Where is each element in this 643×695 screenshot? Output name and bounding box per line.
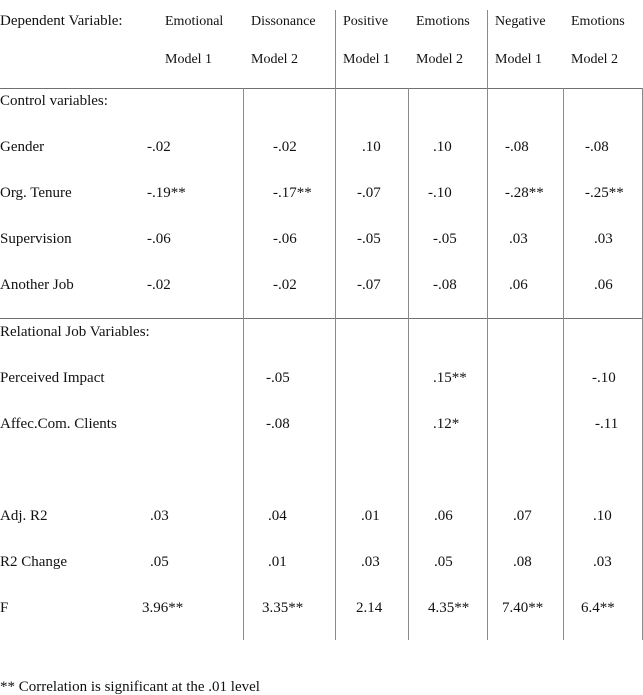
dependent-variable-label: Dependent Variable: <box>0 13 123 29</box>
header-negative-emotions-title-right: Emotions <box>571 14 625 29</box>
row-label-adj-r2: Adj. R2 <box>0 508 48 524</box>
cell-perceived-impact-ne-m2: -.10 <box>592 370 616 386</box>
cell-affec-com-clients-pe-m2: .12* <box>433 416 460 432</box>
cell-affec-com-clients-ed-m2: -.08 <box>266 416 290 432</box>
cell-another-job-ne-m1: .06 <box>509 277 528 293</box>
header-positive-emotions-title-right: Emotions <box>416 14 470 29</box>
cell-adj-r2-pe-m1: .01 <box>361 508 380 524</box>
header-emotional-dissonance-model-2: Model 2 <box>251 52 299 67</box>
header-negative-emotions-title-left: Negative <box>495 14 546 29</box>
cell-f-pe-m1: 2.14 <box>356 600 383 616</box>
cell-org-tenure-ed-m2: -.17** <box>273 185 312 201</box>
section-divider-rule <box>0 318 643 319</box>
cell-r2-change-pe-m2: .05 <box>434 554 453 570</box>
cell-gender-ed-m1: -.02 <box>147 139 171 155</box>
cell-perceived-impact-ed-m2: -.05 <box>266 370 290 386</box>
cell-r2-change-ne-m1: .08 <box>513 554 532 570</box>
cell-supervision-ne-m1: .03 <box>509 231 528 247</box>
cell-supervision-pe-m2: -.05 <box>433 231 457 247</box>
cell-another-job-ed-m1: -.02 <box>147 277 171 293</box>
header-negative-emotions-model-2: Model 2 <box>571 52 619 67</box>
row-label-supervision: Supervision <box>0 231 72 247</box>
header-positive-emotions-title-left: Positive <box>343 14 389 29</box>
cell-org-tenure-ne-m1: -.28** <box>505 185 544 201</box>
cell-perceived-impact-pe-m2: .15** <box>433 370 467 386</box>
cell-org-tenure-pe-m2: -.10 <box>428 185 452 201</box>
row-label-f: F <box>0 600 9 616</box>
cell-adj-r2-ne-m2: .10 <box>593 508 612 524</box>
header-bottom-rule <box>0 88 643 89</box>
cell-gender-pe-m2: .10 <box>433 139 452 155</box>
header-negative-emotions-model-1: Model 1 <box>495 52 543 67</box>
header-emotional-dissonance-title-left: Emotional <box>165 14 224 29</box>
row-label-org-tenure: Org. Tenure <box>0 185 72 201</box>
cell-gender-ne-m1: -.08 <box>505 139 529 155</box>
row-label-r2-change: R2 Change <box>0 554 68 570</box>
cell-adj-r2-ed-m1: .03 <box>150 508 169 524</box>
cell-another-job-ne-m2: .06 <box>594 277 613 293</box>
header-group-divider-1 <box>335 10 336 100</box>
cell-adj-r2-ne-m1: .07 <box>513 508 532 524</box>
cell-affec-com-clients-ne-m2: -.11 <box>595 416 619 432</box>
cell-r2-change-ne-m2: .03 <box>593 554 612 570</box>
column-divider-4 <box>487 88 488 640</box>
cell-r2-change-ed-m2: .01 <box>268 554 287 570</box>
row-label-affec-com-clients: Affec.Com. Clients <box>0 416 117 432</box>
row-label-perceived-impact: Perceived Impact <box>0 370 105 386</box>
cell-f-ed-m2: 3.35** <box>262 600 304 616</box>
cell-gender-ed-m2: -.02 <box>273 139 297 155</box>
cell-gender-pe-m1: .10 <box>362 139 381 155</box>
cell-adj-r2-ed-m2: .04 <box>268 508 287 524</box>
column-divider-3 <box>408 88 409 640</box>
cell-f-ne-m1: 7.40** <box>502 600 544 616</box>
column-divider-5 <box>563 88 564 640</box>
cell-supervision-ed-m2: -.06 <box>273 231 297 247</box>
column-divider-2 <box>335 88 336 640</box>
header-group-divider-2 <box>487 10 488 100</box>
cell-org-tenure-ne-m2: -.25** <box>585 185 624 201</box>
cell-f-ed-m1: 3.96** <box>142 600 184 616</box>
cell-another-job-pe-m1: -.07 <box>357 277 381 293</box>
header-emotional-dissonance-title-right: Dissonance <box>251 14 316 29</box>
cell-org-tenure-pe-m1: -.07 <box>357 185 381 201</box>
cell-f-pe-m2: 4.35** <box>428 600 470 616</box>
cell-r2-change-ed-m1: .05 <box>150 554 169 570</box>
cell-r2-change-pe-m1: .03 <box>361 554 380 570</box>
cell-org-tenure-ed-m1: -.19** <box>147 185 186 201</box>
cell-another-job-ed-m2: -.02 <box>273 277 297 293</box>
section-title-relational-job-variables: Relational Job Variables: <box>0 324 150 340</box>
header-positive-emotions-model-2: Model 2 <box>416 52 464 67</box>
cell-supervision-pe-m1: -.05 <box>357 231 381 247</box>
row-label-another-job: Another Job <box>0 277 74 293</box>
cell-adj-r2-pe-m2: .06 <box>434 508 453 524</box>
header-positive-emotions-model-1: Model 1 <box>343 52 391 67</box>
cell-supervision-ed-m1: -.06 <box>147 231 171 247</box>
cell-supervision-ne-m2: .03 <box>594 231 613 247</box>
section-title-control-variables: Control variables: <box>0 93 108 109</box>
cell-another-job-pe-m2: -.08 <box>433 277 457 293</box>
cell-f-ne-m2: 6.4** <box>581 600 615 616</box>
header-emotional-dissonance-model-1: Model 1 <box>165 52 213 67</box>
column-divider-1 <box>243 88 244 640</box>
cell-gender-ne-m2: -.08 <box>585 139 609 155</box>
row-label-gender: Gender <box>0 139 45 155</box>
